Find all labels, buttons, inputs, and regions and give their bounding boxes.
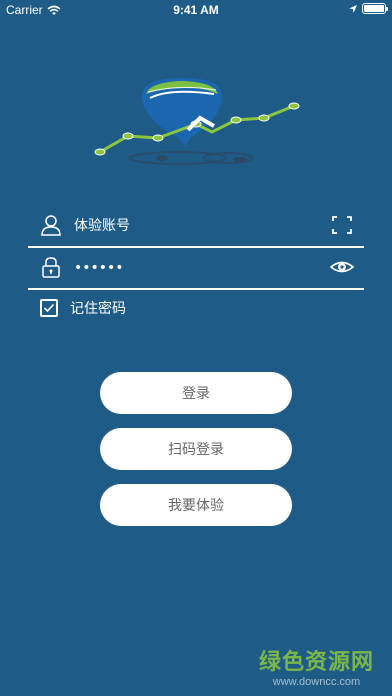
scan-login-button[interactable]: 扫码登录 xyxy=(100,428,292,470)
status-bar: Carrier 9:41 AM xyxy=(0,0,392,20)
user-icon xyxy=(41,215,61,236)
remember-checkbox[interactable] xyxy=(40,299,58,317)
lock-icon xyxy=(42,257,60,278)
status-right xyxy=(348,3,388,14)
app-logo xyxy=(94,78,300,165)
eye-icon[interactable] xyxy=(330,256,354,278)
watermark-url: www.downcc.com xyxy=(272,676,361,688)
battery-icon xyxy=(362,3,388,14)
password-row xyxy=(28,248,364,290)
battery-level xyxy=(364,5,384,12)
remember-password-option[interactable]: 记住密码 xyxy=(40,296,126,320)
password-input[interactable] xyxy=(74,254,314,282)
try-experience-button[interactable]: 我要体验 xyxy=(100,484,292,526)
watermark-title: 绿色资源网 xyxy=(258,650,374,675)
checkmark-icon xyxy=(43,303,55,313)
scan-frame-icon[interactable] xyxy=(330,214,354,236)
location-arrow-icon xyxy=(349,4,357,13)
remember-label: 记住密码 xyxy=(70,301,126,317)
watermark: 绿色资源网 www.downcc.com xyxy=(259,644,374,688)
account-row xyxy=(28,206,364,248)
account-input[interactable] xyxy=(74,212,314,240)
login-button[interactable]: 登录 xyxy=(100,372,292,414)
status-time: 9:41 AM xyxy=(173,3,219,17)
